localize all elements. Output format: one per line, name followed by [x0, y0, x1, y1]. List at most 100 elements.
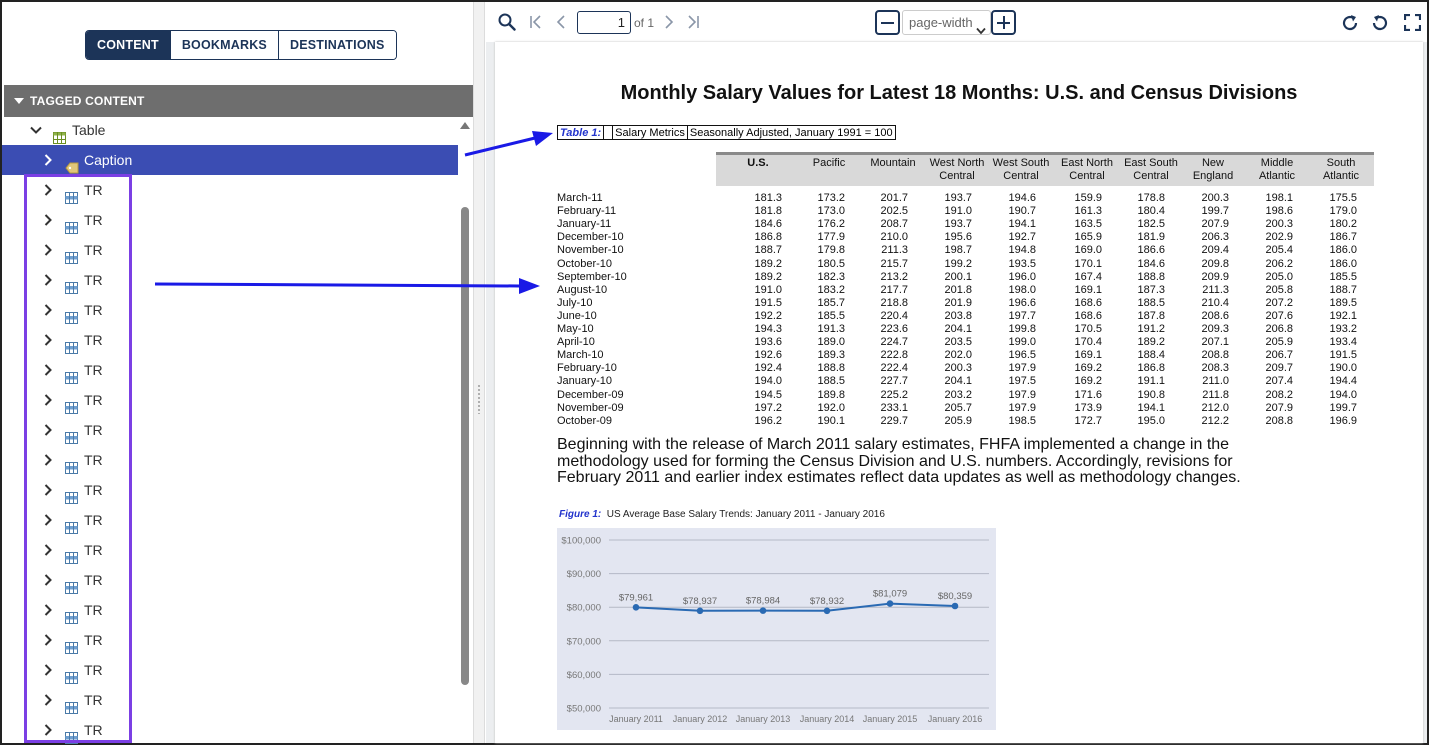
table-cell: 233.1: [880, 401, 908, 414]
table-cell: 191.3: [817, 323, 845, 335]
table-cell: 227.7: [880, 375, 908, 388]
table-cell: 210.0: [880, 231, 908, 244]
y-tick-label: $60,000: [567, 670, 601, 681]
table-cell: 193.2: [1329, 323, 1357, 335]
panel-splitter[interactable]: [473, 2, 485, 743]
table-cell: 212.0: [1201, 401, 1229, 414]
table-cell: 173.2: [817, 192, 845, 204]
rotate-counterclockwise-icon[interactable]: [1370, 13, 1390, 38]
y-tick-label: $50,000: [567, 704, 601, 715]
next-page-icon[interactable]: [663, 15, 675, 34]
rotate-clockwise-icon[interactable]: [1340, 13, 1360, 38]
table-cell: 207.6: [1265, 309, 1293, 322]
search-icon[interactable]: [498, 13, 516, 36]
table-cell: 191.5: [1329, 349, 1357, 362]
last-page-icon[interactable]: [686, 15, 700, 34]
table-cell: 194.6: [1008, 192, 1036, 204]
table-cell: 217.7: [880, 283, 908, 296]
pdf-page: Monthly Salary Values for Latest 18 Mont…: [495, 42, 1423, 743]
row-label: January-10: [557, 375, 613, 388]
table-cell: 196.2: [754, 414, 782, 427]
table-cell: 211.8: [1202, 388, 1229, 401]
table-cell: 186.0: [1329, 244, 1357, 257]
row-label: April-10: [557, 336, 595, 349]
section-title: TAGGED CONTENT: [30, 94, 145, 108]
table-cell: 198.7: [944, 244, 972, 257]
table-cell: 189.3: [817, 349, 845, 362]
table-cell: 161.3: [1074, 205, 1102, 218]
table-cell: 209.7: [1265, 362, 1293, 375]
table-cell: 191.0: [754, 283, 782, 296]
row-label: February-10: [557, 362, 617, 375]
table-cell: 180.4: [1137, 205, 1165, 218]
row-label: August-10: [557, 283, 608, 296]
page-number-input[interactable]: [577, 11, 631, 34]
chevron-down-icon[interactable]: [28, 115, 42, 145]
table-cell: 193.6: [754, 336, 782, 349]
y-tick-label: $100,000: [561, 536, 601, 547]
salary-chart: $100,000 $90,000 $80,000 $70,000 $60,000 $50,…: [557, 528, 996, 730]
x-tick-label: January 2015: [863, 714, 918, 724]
data-label: $78,984: [746, 596, 780, 607]
column-header: U.S.: [747, 157, 769, 169]
tab-destinations[interactable]: DESTINATIONS: [278, 31, 396, 59]
table-cell: 192.0: [817, 401, 845, 414]
table-cell: 194.1: [1008, 218, 1036, 231]
table-cell: 163.5: [1074, 218, 1102, 231]
first-page-icon[interactable]: [529, 15, 543, 34]
tree-node-table[interactable]: Table: [2, 115, 458, 145]
table-cell: 200.1: [944, 270, 972, 283]
zoom-select[interactable]: page-width: [902, 10, 991, 35]
table-cell: 169.2: [1074, 362, 1102, 375]
table-cell: 210.4: [1201, 296, 1229, 309]
tab-bookmarks[interactable]: BOOKMARKS: [170, 31, 279, 59]
table-cell: 190.8: [1137, 388, 1165, 401]
table-cell: 188.7: [1329, 283, 1357, 296]
table-cell: 189.8: [817, 388, 845, 401]
y-tick-label: $80,000: [567, 603, 601, 614]
chevron-right-icon[interactable]: [40, 145, 54, 175]
table-row: October-09 196.2 190.1 229.7 205.9 198.5 172.7…: [557, 415, 1377, 428]
x-tick-label: January 2014: [800, 714, 855, 724]
salary-line-chart: $100,000 $90,000 $80,000 $70,000 $60,000 $50,…: [561, 536, 989, 724]
tab-content[interactable]: CONTENT: [86, 31, 171, 59]
scroll-up-arrow-icon[interactable]: [460, 122, 470, 129]
table-row: March-11 181.3 173.2 201.7 193.7 194.6 159.9 17…: [557, 192, 1377, 205]
table-cell: 222.8: [880, 349, 908, 362]
table-cell: 178.8: [1137, 192, 1165, 204]
table-cell: 205.4: [1265, 244, 1293, 257]
previous-page-icon[interactable]: [555, 15, 567, 34]
table-cell: 202.0: [944, 349, 972, 362]
data-label: $79,961: [619, 592, 653, 603]
table-cell: 184.6: [1137, 257, 1165, 270]
table-cell: 207.2: [1265, 296, 1293, 309]
data-point: [632, 604, 640, 611]
table-cell: 225.2: [880, 388, 908, 401]
table-cell: 170.4: [1074, 336, 1102, 349]
table-cell: 206.7: [1265, 349, 1293, 362]
zoom-in-button[interactable]: [991, 10, 1016, 35]
panel-tabs: CONTENT BOOKMARKS DESTINATIONS: [85, 30, 397, 60]
row-label: October-09: [557, 414, 613, 427]
table-cell: 201.9: [944, 296, 972, 309]
table-cell: 180.2: [1329, 218, 1357, 231]
table-row: March-10 192.6 189.3 222.8 202.0 196.5 169.1 18…: [557, 349, 1377, 362]
caption-note: Seasonally Adjusted, January 1991 = 100: [687, 125, 896, 140]
table-row: May-10 194.3 191.3 223.6 204.1 199.8 170.5 191.…: [557, 323, 1377, 336]
fullscreen-icon[interactable]: [1403, 13, 1422, 36]
caption-label: Table 1:: [557, 125, 605, 140]
tree-node-caption[interactable]: Caption: [2, 145, 458, 175]
table-cell: 209.8: [1201, 257, 1229, 270]
table-cell: 193.4: [1329, 336, 1357, 349]
table-cell: 189.2: [754, 270, 782, 283]
scrollbar-thumb[interactable]: [461, 207, 469, 685]
tagged-content-header[interactable]: TAGGED CONTENT: [4, 85, 473, 117]
row-label: June-10: [557, 309, 597, 322]
table-row: June-10 192.2 185.5 220.4 203.8 197.7 168.6 187…: [557, 310, 1377, 323]
viewer-toolbar: of 1 page-width: [486, 2, 1427, 42]
table-cell: 196.9: [1329, 414, 1357, 427]
zoom-out-button[interactable]: [875, 10, 900, 35]
table-cell: 192.4: [754, 362, 782, 375]
caret-down-icon: [14, 98, 24, 104]
table-cell: 188.8: [1137, 270, 1165, 283]
